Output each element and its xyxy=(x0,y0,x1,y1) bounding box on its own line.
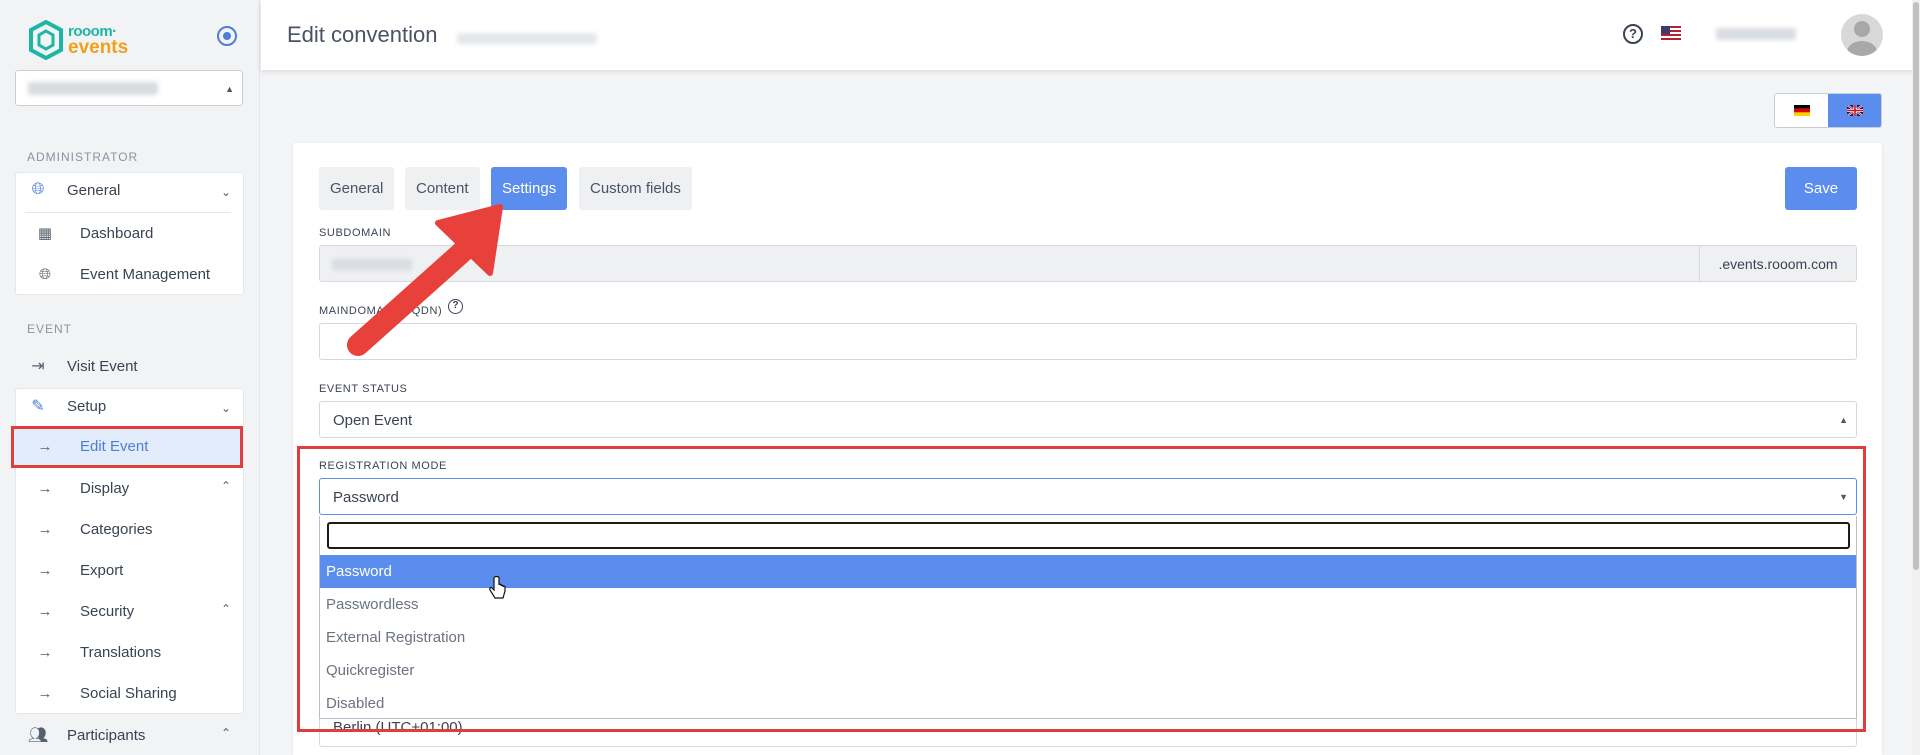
sidebar-item-participants-label: Participants xyxy=(67,726,146,744)
logo[interactable]: rooom· events xyxy=(28,20,128,60)
section-label-event: EVENT xyxy=(27,322,73,336)
globe-icon: 🌐︎ xyxy=(38,265,51,283)
sidebar-item-display-label: Display xyxy=(80,479,130,497)
chevron-down-icon[interactable]: ⌄ xyxy=(221,401,231,415)
sidebar-item-social-sharing-label: Social Sharing xyxy=(80,684,177,702)
chevron-up-icon[interactable]: ⌃ xyxy=(221,479,231,493)
scrollbar-thumb[interactable] xyxy=(1913,2,1919,570)
pencil-icon: ✎ xyxy=(31,398,45,415)
sidebar-item-translations[interactable]: → Translations xyxy=(36,643,162,661)
section-label-administrator: ADMINISTRATOR xyxy=(27,150,139,164)
caret-up-icon: ▲ xyxy=(1839,415,1848,425)
sidebar-item-export-label: Export xyxy=(80,561,124,579)
menu-divider xyxy=(25,212,231,213)
german-flag-icon xyxy=(1793,105,1810,116)
chevron-up-icon[interactable]: ⌃ xyxy=(221,726,231,740)
login-icon: ⇥ xyxy=(31,358,45,375)
sidebar-item-general-label: General xyxy=(67,181,121,199)
arrow-right-icon: → xyxy=(37,684,53,702)
us-flag-icon[interactable] xyxy=(1661,26,1681,40)
annotation-arrow-icon xyxy=(347,204,503,356)
highlight-box-registration-mode xyxy=(297,446,1866,732)
event-name-redacted xyxy=(457,33,597,44)
save-button[interactable]: Save xyxy=(1785,167,1857,210)
sidebar-item-categories[interactable]: → Categories xyxy=(36,520,153,538)
logo-text-events: events xyxy=(68,36,129,58)
sidebar-item-social-sharing[interactable]: → Social Sharing xyxy=(36,684,177,702)
top-bar: Edit convention ? xyxy=(261,0,1920,70)
lang-button-de[interactable] xyxy=(1775,94,1828,127)
sidebar-item-display[interactable]: → Display xyxy=(36,479,130,497)
sidebar-item-setup-label: Setup xyxy=(67,397,107,415)
user-name-redacted[interactable] xyxy=(1716,28,1796,40)
dashboard-icon: ▦ xyxy=(37,225,53,242)
sidebar-item-dashboard-label: Dashboard xyxy=(80,224,154,242)
globe-icon: 🌐︎ xyxy=(31,181,45,198)
organization-select[interactable]: ▲ xyxy=(15,70,243,106)
sidebar-item-dashboard[interactable]: ▦ Dashboard xyxy=(36,224,154,243)
sidebar-item-event-management[interactable]: 🌐︎ Event Management xyxy=(36,265,210,283)
highlight-box-edit-event xyxy=(11,426,243,468)
logo-hexagon-icon xyxy=(29,20,63,60)
chevron-down-icon[interactable]: ⌄ xyxy=(221,185,231,199)
arrow-right-icon: → xyxy=(37,520,53,538)
page-title: Edit convention xyxy=(287,22,438,47)
sidebar-item-security[interactable]: → Security xyxy=(36,602,135,620)
sidebar-item-visit-event-label: Visit Event xyxy=(67,357,138,375)
sidebar-item-security-label: Security xyxy=(80,602,135,620)
sidebar-item-visit-event[interactable]: ⇥ Visit Event xyxy=(29,357,138,376)
maindomain-input[interactable] xyxy=(319,323,1857,360)
sidebar-item-setup[interactable]: ✎ Setup xyxy=(29,397,107,416)
caret-up-icon: ▲ xyxy=(225,84,234,94)
language-switch xyxy=(1774,93,1882,128)
help-icon[interactable]: ? xyxy=(1623,24,1643,44)
subdomain-input[interactable]: .events.rooom.com xyxy=(319,245,1857,282)
avatar[interactable] xyxy=(1841,14,1883,56)
uk-flag-icon xyxy=(1846,105,1863,116)
sidebar-item-export[interactable]: → Export xyxy=(36,561,124,579)
arrow-right-icon: → xyxy=(37,479,53,497)
target-icon[interactable] xyxy=(217,26,237,46)
arrow-right-icon: → xyxy=(37,561,53,579)
arrow-right-icon: → xyxy=(37,643,53,661)
arrow-right-icon: → xyxy=(37,602,53,620)
subdomain-suffix: .events.rooom.com xyxy=(1699,246,1856,281)
event-status-value: Open Event xyxy=(333,412,413,429)
users-icon: 👥︎ xyxy=(27,727,49,744)
organization-name-redacted xyxy=(28,82,158,95)
sidebar-item-participants[interactable]: 👥︎ Participants xyxy=(27,726,146,745)
page-scrollbar[interactable] xyxy=(1912,0,1920,755)
sidebar-item-categories-label: Categories xyxy=(80,520,153,538)
event-status-label: EVENT STATUS xyxy=(319,383,408,395)
tab-custom-fields[interactable]: Custom fields xyxy=(579,167,692,210)
sidebar-item-translations-label: Translations xyxy=(80,643,162,661)
sidebar-item-general[interactable]: 🌐︎ General xyxy=(29,181,121,199)
hand-cursor-icon xyxy=(489,576,506,599)
chevron-up-icon[interactable]: ⌃ xyxy=(221,602,231,616)
event-status-select[interactable]: Open Event ▲ xyxy=(319,401,1857,438)
sidebar: rooom· events ▲ ADMINISTRATOR 🌐︎ General… xyxy=(0,0,260,755)
lang-button-en[interactable] xyxy=(1828,94,1881,127)
sidebar-item-event-management-label: Event Management xyxy=(80,265,211,283)
